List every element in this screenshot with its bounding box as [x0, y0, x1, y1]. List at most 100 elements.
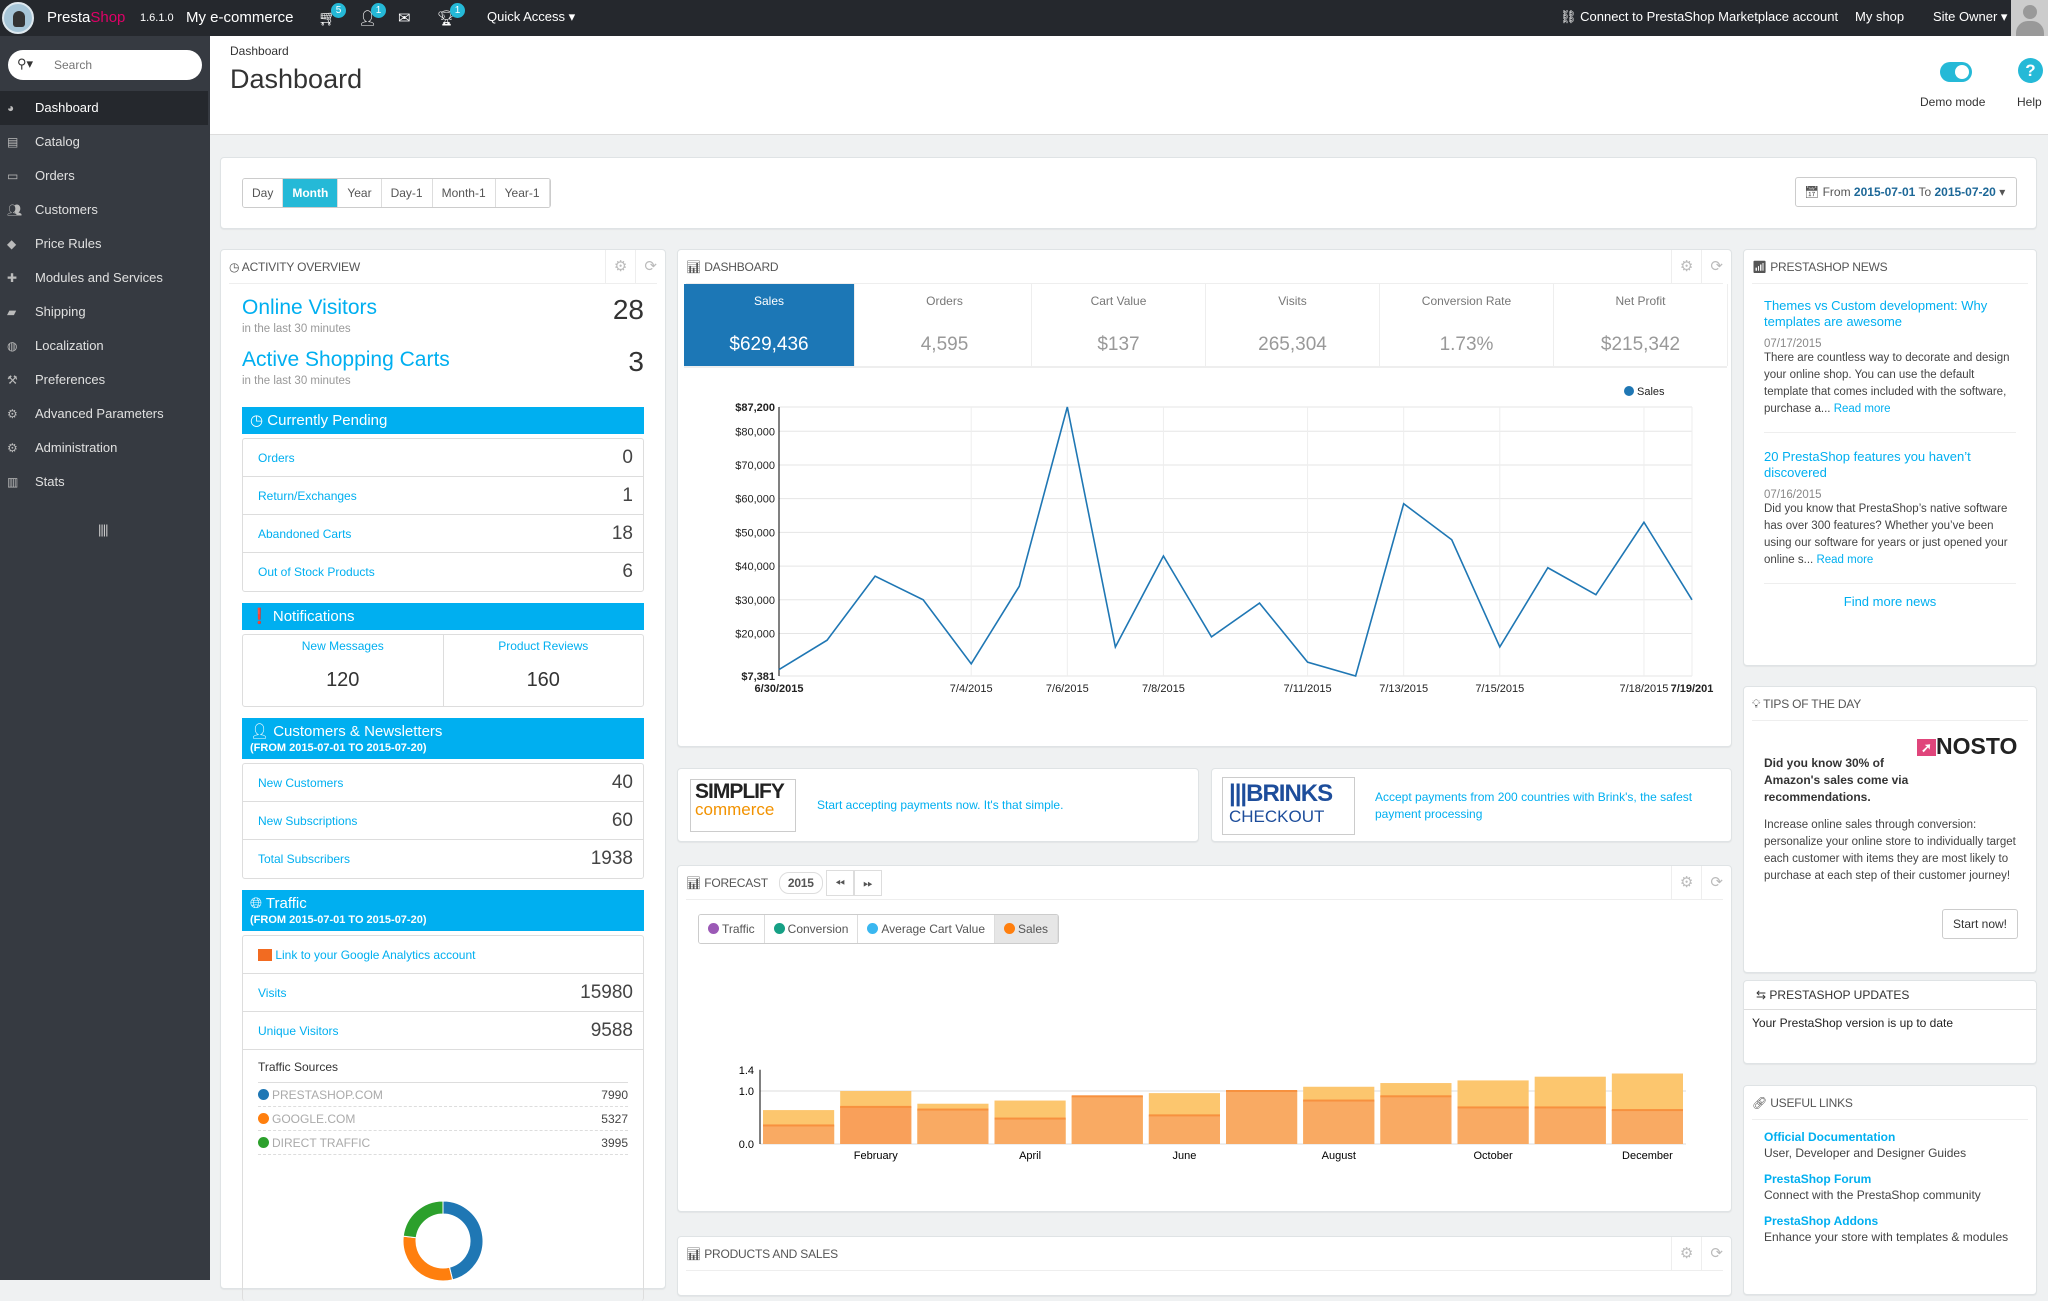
- read-more-link[interactable]: Read more: [1816, 554, 1873, 566]
- x-tick-label: June: [1172, 1150, 1196, 1162]
- simplify-text[interactable]: Start accepting payments now. It's that …: [817, 798, 1063, 812]
- list-item[interactable]: Abandoned Carts18: [243, 515, 643, 553]
- row-label[interactable]: Visits: [258, 986, 286, 1000]
- news-title[interactable]: 20 PrestaShop features you haven’t disco…: [1764, 449, 2016, 481]
- rss-icon: 📶︎: [1752, 260, 1767, 274]
- sidebar-item-catalog[interactable]: ▤Catalog: [0, 125, 210, 159]
- link-title[interactable]: Official Documentation: [1764, 1130, 2016, 1144]
- gear-icon[interactable]: ⚙: [1671, 1237, 1701, 1271]
- row-label[interactable]: Unique Visitors: [258, 1024, 338, 1038]
- brinks-text[interactable]: Accept payments from 200 countries with …: [1375, 789, 1695, 823]
- refresh-icon[interactable]: ⟳: [635, 250, 665, 284]
- help-label[interactable]: Help: [2017, 95, 2042, 109]
- user-dropdown[interactable]: Site Owner ▾: [1933, 9, 2007, 25]
- row-label[interactable]: Out of Stock Products: [258, 565, 375, 579]
- row-label[interactable]: Return/Exchanges: [258, 489, 357, 503]
- x-tick-label: 7/19/201: [1671, 683, 1714, 695]
- start-now-button[interactable]: Start now!: [1942, 909, 2018, 939]
- sidebar-item-administration[interactable]: ⚙Administration: [0, 431, 210, 465]
- list-item[interactable]: Return/Exchanges1: [243, 477, 643, 515]
- mail-icon[interactable]: ✉︎: [398, 9, 411, 27]
- list-item[interactable]: Orders0: [243, 439, 643, 477]
- sidebar-item-advanced-parameters[interactable]: ⚙Advanced Parameters: [0, 397, 210, 431]
- marketplace-link[interactable]: ⛓︎ Connect to PrestaShop Marketplace acc…: [1560, 9, 1838, 25]
- sidebar-item-label: Customers: [35, 202, 98, 217]
- new-messages[interactable]: New Messages120: [243, 635, 444, 706]
- source-value: 5327: [601, 1112, 628, 1126]
- sidebar-item-dashboard[interactable]: ◕Dashboard: [0, 91, 208, 125]
- source-value: 3995: [601, 1136, 628, 1150]
- sidebar-item-preferences[interactable]: ⚒Preferences: [0, 363, 210, 397]
- gear-icon[interactable]: ⚙: [605, 250, 635, 284]
- period-month-1[interactable]: Month-1: [433, 179, 496, 207]
- useful-link[interactable]: Official DocumentationUser, Developer an…: [1764, 1130, 2016, 1160]
- list-item[interactable]: New Customers40: [243, 764, 643, 802]
- legend-label[interactable]: Sales: [1637, 386, 1665, 398]
- link-title[interactable]: PrestaShop Addons: [1764, 1214, 2016, 1228]
- avatar[interactable]: [2011, 0, 2048, 36]
- sidebar-item-localization[interactable]: ◍Localization: [0, 329, 210, 363]
- credit-card-icon: ▭: [7, 159, 18, 193]
- news-item: Themes vs Custom development: Why templa…: [1764, 290, 2016, 433]
- list-item[interactable]: Visits15980: [243, 974, 643, 1012]
- demo-mode-toggle[interactable]: [1940, 62, 1972, 82]
- breadcrumb[interactable]: Dashboard: [230, 44, 289, 58]
- my-shop-link[interactable]: My shop: [1855, 9, 1904, 24]
- forecast-bar-june: [1149, 1115, 1220, 1144]
- notifications-box: New Messages120 Product Reviews160: [242, 634, 644, 707]
- cart-icon[interactable]: 🛒︎5: [318, 9, 337, 27]
- list-item[interactable]: Total Subscribers1938: [243, 840, 643, 878]
- bar-divider: [1535, 1106, 1606, 1108]
- search-icon[interactable]: ⚲▾: [17, 56, 33, 72]
- simplify-banner[interactable]: SIMPLIFYcommerce Start accepting payment…: [677, 768, 1199, 842]
- prestashop-logo[interactable]: [2, 2, 34, 34]
- sidebar-item-customers[interactable]: 👥︎Customers: [0, 193, 210, 227]
- ga-link[interactable]: Link to your Google Analytics account: [275, 948, 475, 962]
- sidebar-item-price-rules[interactable]: ◆Price Rules: [0, 227, 210, 261]
- user-icon[interactable]: 👤︎1: [358, 9, 377, 27]
- list-item[interactable]: Out of Stock Products6: [243, 553, 643, 591]
- row-label[interactable]: Orders: [258, 451, 295, 465]
- period-day-1[interactable]: Day-1: [382, 179, 433, 207]
- shop-name-link[interactable]: My e-commerce: [186, 9, 294, 26]
- read-more-link[interactable]: Read more: [1834, 403, 1891, 415]
- list-item[interactable]: Unique Visitors9588: [243, 1012, 643, 1050]
- news-title[interactable]: Themes vs Custom development: Why templa…: [1764, 298, 2016, 330]
- refresh-icon[interactable]: ⟳: [1701, 1237, 1731, 1271]
- product-reviews-value: 160: [444, 669, 644, 692]
- active-carts-label[interactable]: Active Shopping Carts: [242, 348, 644, 372]
- sidebar-item-stats[interactable]: ▥Stats: [0, 465, 210, 499]
- brinks-banner[interactable]: |||BRINKSCHECKOUT Accept payments from 2…: [1211, 768, 1732, 842]
- sidebar-item-orders[interactable]: ▭ Orders: [0, 159, 210, 193]
- period-day[interactable]: Day: [243, 179, 283, 207]
- sidebar-item-modules-and-services[interactable]: ✚Modules and Services: [0, 261, 210, 295]
- trophy-icon[interactable]: 🏆︎1: [437, 9, 456, 27]
- row-label[interactable]: Abandoned Carts: [258, 527, 351, 541]
- sidebar-item-label: Orders: [35, 168, 75, 183]
- list-item[interactable]: New Subscriptions60: [243, 802, 643, 840]
- help-icon[interactable]: ?: [2018, 58, 2043, 83]
- search-box[interactable]: ⚲▾: [8, 50, 202, 80]
- row-label[interactable]: New Subscriptions: [258, 814, 357, 828]
- period-year[interactable]: Year: [338, 179, 381, 207]
- find-more-news-link[interactable]: Find more news: [1744, 594, 2036, 609]
- link-title[interactable]: PrestaShop Forum: [1764, 1172, 2016, 1186]
- row-label[interactable]: New Customers: [258, 776, 343, 790]
- useful-link[interactable]: PrestaShop Addons Enhance your store with…: [1764, 1214, 2016, 1244]
- period-month[interactable]: Month: [283, 179, 338, 207]
- page-header: Dashboard Dashboard Demo mode ? Help: [210, 36, 2048, 135]
- panel-header: 💡︎ Tips of the day: [1752, 687, 2028, 721]
- quick-access-dropdown[interactable]: Quick Access ▾: [487, 9, 575, 25]
- link-sub: Enhance your store with templates & modu…: [1764, 1230, 2016, 1244]
- products-and-sales-panel: 📊︎ Products and Sales ⚙⟳: [677, 1236, 1732, 1296]
- google-analytics-row[interactable]: Link to your Google Analytics account: [243, 936, 643, 974]
- period-year-1[interactable]: Year-1: [496, 179, 550, 207]
- sidebar-item-shipping[interactable]: ▰Shipping: [0, 295, 210, 329]
- date-range-picker[interactable]: 📅︎ From 2015-07-01 To 2015-07-20 ▾: [1795, 177, 2017, 207]
- product-reviews[interactable]: Product Reviews160: [444, 635, 644, 706]
- useful-link[interactable]: PrestaShop ForumConnect with the PrestaS…: [1764, 1172, 2016, 1202]
- search-input[interactable]: [54, 55, 194, 75]
- online-visitors-label[interactable]: Online Visitors: [242, 296, 644, 320]
- collapse-sidebar-handle[interactable]: ||||: [98, 522, 108, 537]
- row-label[interactable]: Total Subscribers: [258, 852, 350, 866]
